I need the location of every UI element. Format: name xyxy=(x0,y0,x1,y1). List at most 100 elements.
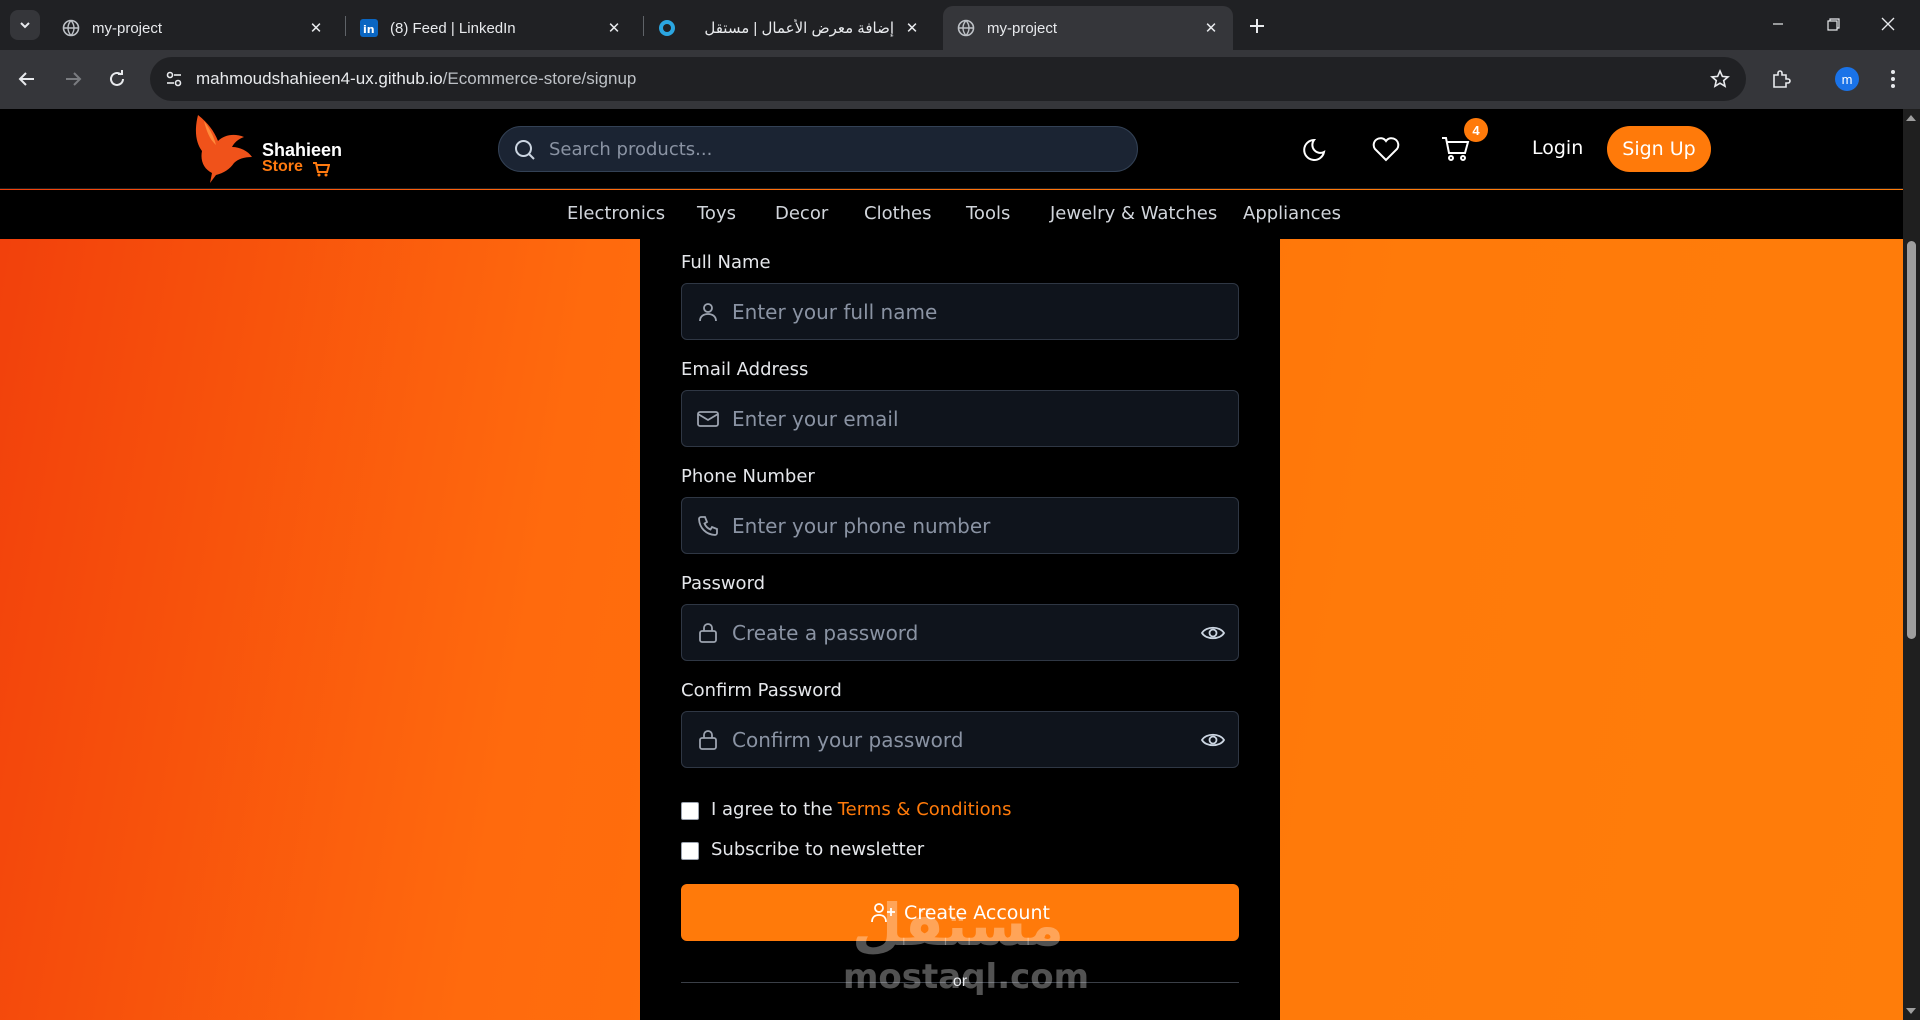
create-account-label: Create Account xyxy=(904,901,1050,924)
category-nav: Electronics Toys Decor Clothes Tools Jew… xyxy=(0,190,1903,239)
tab-title: my-project xyxy=(92,19,163,37)
terms-text: I agree to the xyxy=(711,799,833,820)
url-text[interactable]: mahmoudshahieen4-ux.github.io/Ecommerce-… xyxy=(196,69,636,89)
eye-icon[interactable] xyxy=(1200,728,1226,752)
password-label: Password xyxy=(681,573,766,594)
tab-my-project-1[interactable]: my-project ✕ xyxy=(48,6,338,50)
product-search[interactable] xyxy=(498,126,1138,172)
wishlist-button[interactable] xyxy=(1368,131,1404,167)
heart-icon xyxy=(1372,137,1400,162)
page-viewport: Shahieen Store 4 Login Sign Up Electroni… xyxy=(0,109,1903,1020)
svg-text:in: in xyxy=(363,23,375,36)
full-name-field[interactable] xyxy=(681,283,1239,340)
lock-icon xyxy=(699,730,717,750)
lock-icon xyxy=(699,623,717,643)
email-field[interactable] xyxy=(681,390,1239,447)
extensions-button[interactable] xyxy=(1764,62,1798,96)
arrow-right-icon xyxy=(66,72,82,86)
search-input[interactable] xyxy=(549,127,1119,171)
confirm-password-label: Confirm Password xyxy=(681,680,842,701)
eagle-logo-icon xyxy=(195,115,252,183)
browser-toolbar: mahmoudshahieen4-ux.github.io/Ecommerce-… xyxy=(0,50,1920,109)
category-electronics[interactable]: Electronics xyxy=(567,203,665,224)
full-name-label: Full Name xyxy=(681,252,771,273)
close-icon[interactable]: ✕ xyxy=(602,16,626,40)
arrow-left-icon xyxy=(18,72,34,86)
address-bar[interactable]: mahmoudshahieen4-ux.github.io/Ecommerce-… xyxy=(150,57,1746,101)
category-decor[interactable]: Decor xyxy=(775,203,828,224)
cart-icon xyxy=(1442,137,1470,161)
plus-icon xyxy=(1250,19,1264,33)
tab-title: my-project xyxy=(987,19,1058,37)
close-icon[interactable]: ✕ xyxy=(304,16,328,40)
user-icon xyxy=(699,303,717,322)
restore-icon xyxy=(1826,17,1840,31)
full-name-input[interactable] xyxy=(732,284,1172,339)
minimize-button[interactable] xyxy=(1758,8,1798,40)
login-link[interactable]: Login xyxy=(1532,137,1583,159)
scroll-thumb[interactable] xyxy=(1907,241,1916,639)
new-tab-button[interactable] xyxy=(1243,12,1271,40)
globe-icon xyxy=(957,19,975,37)
newsletter-checkbox[interactable] xyxy=(681,842,699,860)
page-scrollbar[interactable] xyxy=(1903,109,1920,1020)
category-tools[interactable]: Tools xyxy=(966,203,1010,224)
reload-icon xyxy=(110,70,124,86)
eye-icon[interactable] xyxy=(1200,621,1226,645)
logo-text-line2: Store xyxy=(262,158,303,175)
linkedin-icon: in xyxy=(360,19,378,37)
url-host: mahmoudshahieen4-ux.github.io xyxy=(196,69,443,88)
scroll-up-arrow-icon[interactable] xyxy=(1906,115,1916,121)
site-header: Shahieen Store 4 Login Sign Up xyxy=(0,109,1903,189)
bookmark-star-icon[interactable] xyxy=(1708,67,1732,91)
password-input[interactable] xyxy=(732,605,1172,660)
more-vertical-icon xyxy=(1891,70,1895,88)
close-icon[interactable]: ✕ xyxy=(900,16,924,40)
theme-toggle-button[interactable] xyxy=(1298,131,1334,167)
site-info-icon[interactable] xyxy=(160,65,188,93)
phone-icon xyxy=(698,516,718,536)
profile-avatar[interactable]: m xyxy=(1835,67,1859,91)
terms-row: I agree to the Terms & Conditions xyxy=(681,799,1011,820)
back-button[interactable] xyxy=(10,62,44,96)
password-field[interactable] xyxy=(681,604,1239,661)
confirm-password-field[interactable] xyxy=(681,711,1239,768)
category-jewelry-watches[interactable]: Jewelry & Watches xyxy=(1050,203,1217,224)
close-window-button[interactable] xyxy=(1868,8,1908,40)
store-logo[interactable]: Shahieen Store xyxy=(190,111,350,187)
puzzle-icon xyxy=(1773,70,1791,88)
tab-list-button[interactable] xyxy=(10,10,40,40)
confirm-password-input[interactable] xyxy=(732,712,1172,767)
mostaql-icon xyxy=(658,19,676,37)
reload-button[interactable] xyxy=(100,62,134,96)
terms-link[interactable]: Terms & Conditions xyxy=(838,799,1012,820)
signup-button[interactable]: Sign Up xyxy=(1607,126,1711,172)
email-input[interactable] xyxy=(732,391,1172,446)
browser-menu-button[interactable] xyxy=(1876,62,1910,96)
tab-mostaql[interactable]: إضافة معرض الأعمال | مستقل ✕ xyxy=(644,6,934,50)
close-icon[interactable]: ✕ xyxy=(1199,16,1223,40)
category-appliances[interactable]: Appliances xyxy=(1243,203,1341,224)
phone-input[interactable] xyxy=(732,498,1172,553)
scroll-down-arrow-icon[interactable] xyxy=(1906,1008,1916,1014)
email-label: Email Address xyxy=(681,359,809,380)
chevron-down-icon xyxy=(20,22,30,29)
category-toys[interactable]: Toys xyxy=(697,203,736,224)
phone-field[interactable] xyxy=(681,497,1239,554)
search-icon xyxy=(515,140,535,160)
category-clothes[interactable]: Clothes xyxy=(864,203,932,224)
phone-label: Phone Number xyxy=(681,466,815,487)
tab-my-project-active[interactable]: my-project ✕ xyxy=(943,6,1233,50)
forward-button[interactable] xyxy=(56,62,90,96)
signup-form-panel: Full Name Email Address Phone Number Pas… xyxy=(640,239,1280,1020)
mail-icon xyxy=(697,411,719,427)
create-account-button[interactable]: Create Account xyxy=(681,884,1239,941)
or-text: or xyxy=(952,973,968,990)
newsletter-row: Subscribe to newsletter xyxy=(681,839,924,860)
terms-checkbox[interactable] xyxy=(681,802,699,820)
restore-button[interactable] xyxy=(1813,8,1853,40)
cart-count-badge: 4 xyxy=(1464,118,1488,142)
tab-linkedin[interactable]: in (8) Feed | LinkedIn ✕ xyxy=(346,6,636,50)
moon-icon xyxy=(1303,138,1326,161)
close-icon xyxy=(1881,17,1895,31)
